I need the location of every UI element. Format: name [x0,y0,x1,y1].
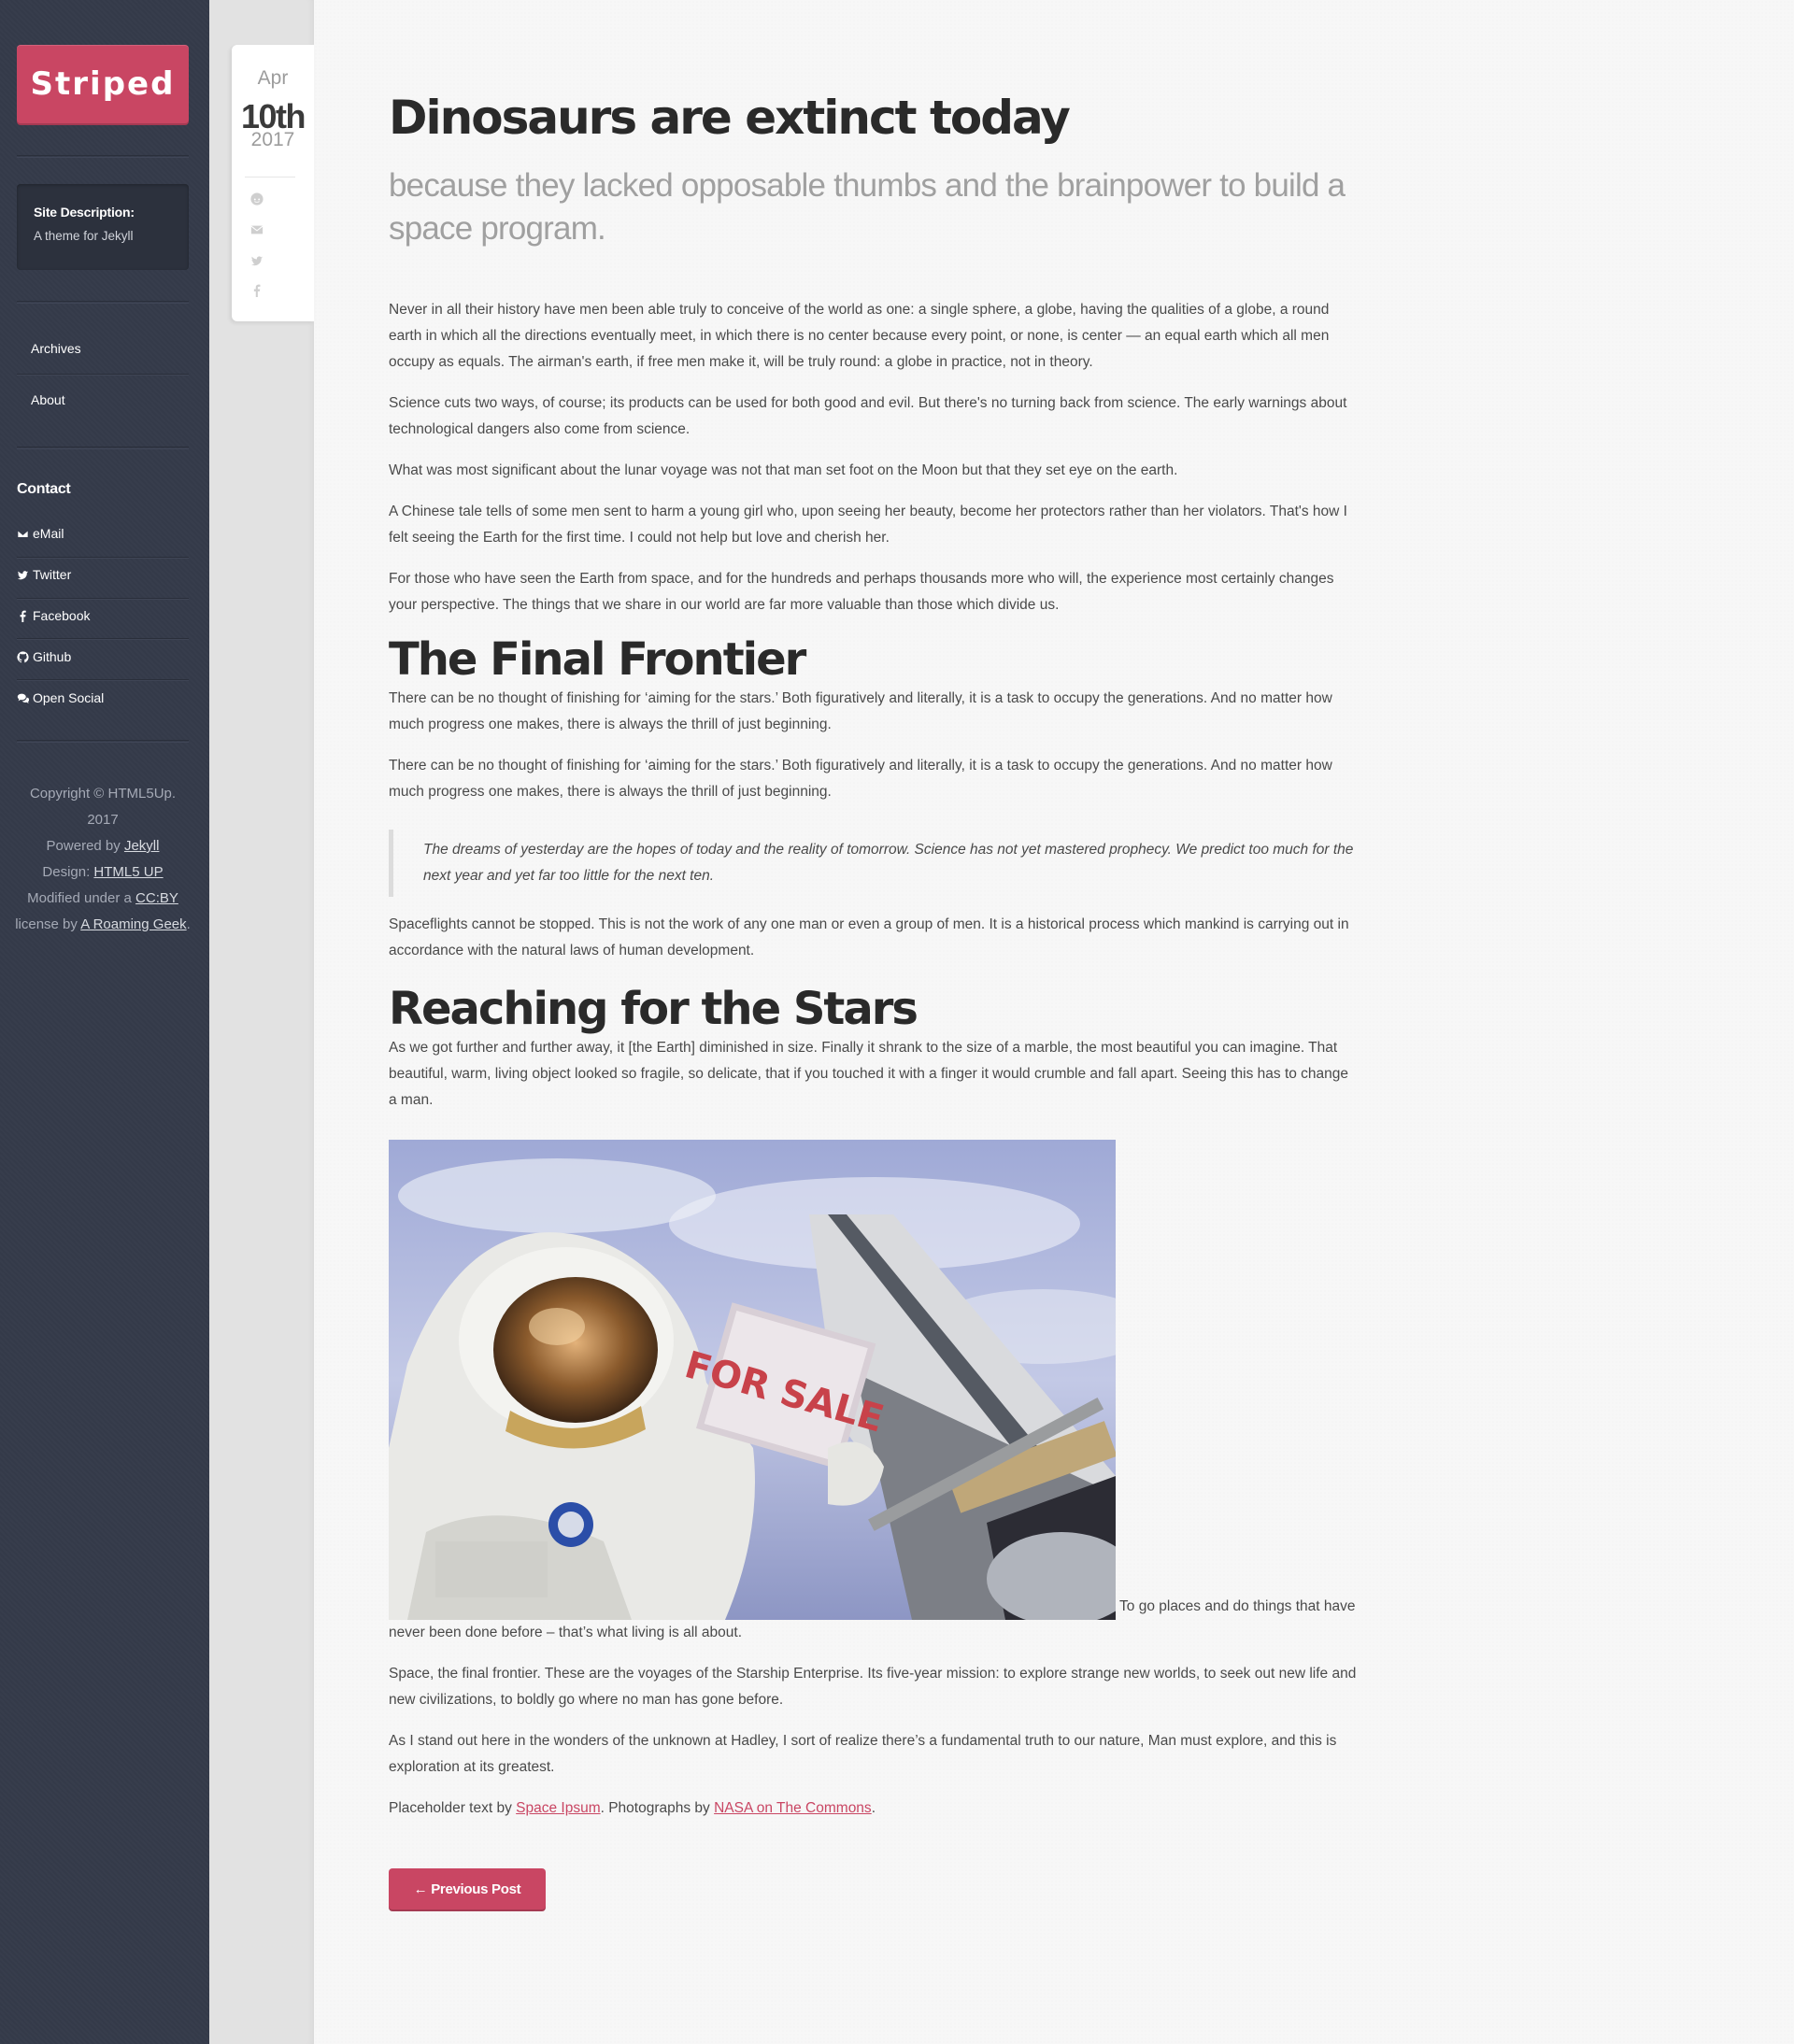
footer-design-prefix: Design: [42,864,94,880]
envelope-icon[interactable] [250,223,263,236]
post-body: Never in all their history have men been… [389,297,1360,1822]
credits-paragraph: Placeholder text by Space Ipsum. Photogr… [389,1796,1357,1822]
contact-separator [17,557,189,559]
section-heading-final-frontier: The Final Frontier [389,633,806,686]
paragraph: Science cuts two ways, of course; its pr… [389,395,1347,437]
contact-facebook-label: Facebook [33,608,91,623]
post-subtitle: because they lacked opposable thumbs and… [389,167,1346,247]
photo-paragraph: FOR SALE To go places and do things that… [389,1127,1357,1646]
contact-twitter-label: Twitter [33,567,72,582]
site-description-box: Site Description: A theme for Jekyll [17,184,189,270]
contact-opensocial-label: Open Social [33,690,105,705]
nav-separator [17,374,189,376]
nav-about[interactable]: About [31,392,65,407]
contact-github-link[interactable]: Github [17,649,71,664]
roaming-geek-link[interactable]: A Roaming Geek [80,916,186,932]
contact-email-label: eMail [33,526,64,541]
paragraph: What was most significant about the luna… [389,462,1178,478]
section-heading-reaching-stars: Reaching for the Stars [389,983,918,1035]
contact-facebook-link[interactable]: Facebook [17,608,90,623]
footer-license-prefix: license by [15,916,81,932]
jekyll-link[interactable]: Jekyll [124,838,160,854]
space-ipsum-link[interactable]: Space Ipsum [516,1800,600,1816]
contact-github-label: Github [33,649,72,664]
paragraph: Spaceflights cannot be stopped. This is … [389,916,1349,958]
blockquote: The dreams of yesterday are the hopes of… [389,830,1360,897]
facebook-icon [20,610,26,622]
footer-modified-prefix: Modified under a [27,890,136,906]
ccby-link[interactable]: CC:BY [135,890,178,906]
divider [17,301,189,304]
credits-text: . [871,1800,876,1816]
post-content: Dinosaurs are extinct today because they… [389,84,1360,1837]
previous-post-button[interactable]: ← Previous Post [389,1868,546,1909]
divider [17,155,189,158]
footer-copyright: Copyright © HTML5Up. [29,786,177,802]
envelope-icon [17,529,29,538]
sidebar: Striped Site Description: A theme for Je… [0,0,209,2044]
site-logo[interactable]: Striped [17,45,189,123]
paragraph: For those who have seen the Earth from s… [389,571,1334,613]
paragraph: Space, the final frontier. These are the… [389,1666,1357,1708]
divider [17,447,189,449]
paragraph: Never in all their history have men been… [389,302,1330,370]
astronaut-photo-art: FOR SALE [389,1140,1116,1620]
twitter-icon [17,570,29,579]
sidebar-footer: Copyright © HTML5Up. 2017 Powered by Jek… [11,781,194,938]
astronaut-photo: FOR SALE [389,1140,1116,1620]
footer-license: license by A Roaming Geek. [11,912,194,938]
footer-modified: Modified under a CC:BY [11,886,194,912]
post-date-year: 2017 [250,129,295,150]
contact-separator [17,638,189,640]
site-description-text: A theme for Jekyll [34,229,134,243]
contact-separator [17,598,189,600]
paragraph: A Chinese tale tells of some men sent to… [389,504,1347,546]
paragraph: As we got further and further away, it [… [389,1040,1349,1108]
contact-separator [17,679,189,681]
credits-text: . Photographs by [600,1800,715,1816]
nasa-commons-link[interactable]: NASA on The Commons [714,1800,872,1816]
facebook-icon[interactable] [250,284,263,297]
comments-icon [17,693,29,703]
github-icon [17,650,29,662]
contact-heading: Contact [17,481,71,497]
divider [17,740,189,743]
footer-powered: Powered by Jekyll [11,833,194,859]
post-date-box: Apr 10th 2017 [232,45,314,321]
reddit-icon[interactable] [250,192,263,206]
contact-opensocial-link[interactable]: Open Social [17,690,104,705]
html5up-link[interactable]: HTML5 UP [93,864,163,880]
paragraph: There can be no thought of finishing for… [389,690,1332,732]
footer-design: Design: HTML5 UP [11,859,194,886]
post-date-month: Apr [257,67,289,89]
footer-license-suffix: . [186,916,191,932]
quote-text: The dreams of yesterday are the hopes of… [423,842,1354,884]
footer-year: 2017 [87,812,119,828]
site-description-title: Site Description: [34,205,135,220]
nav-archives[interactable]: Archives [31,341,81,356]
contact-twitter-link[interactable]: Twitter [17,567,71,582]
twitter-icon[interactable] [250,254,263,267]
paragraph: There can be no thought of finishing for… [389,758,1332,800]
paragraph: As I stand out here in the wonders of th… [389,1733,1337,1775]
footer-powered-prefix: Powered by [46,838,124,854]
post-title: Dinosaurs are extinct today [389,91,1071,145]
contact-email-link[interactable]: eMail [17,526,64,541]
credits-text: Placeholder text by [389,1800,517,1816]
